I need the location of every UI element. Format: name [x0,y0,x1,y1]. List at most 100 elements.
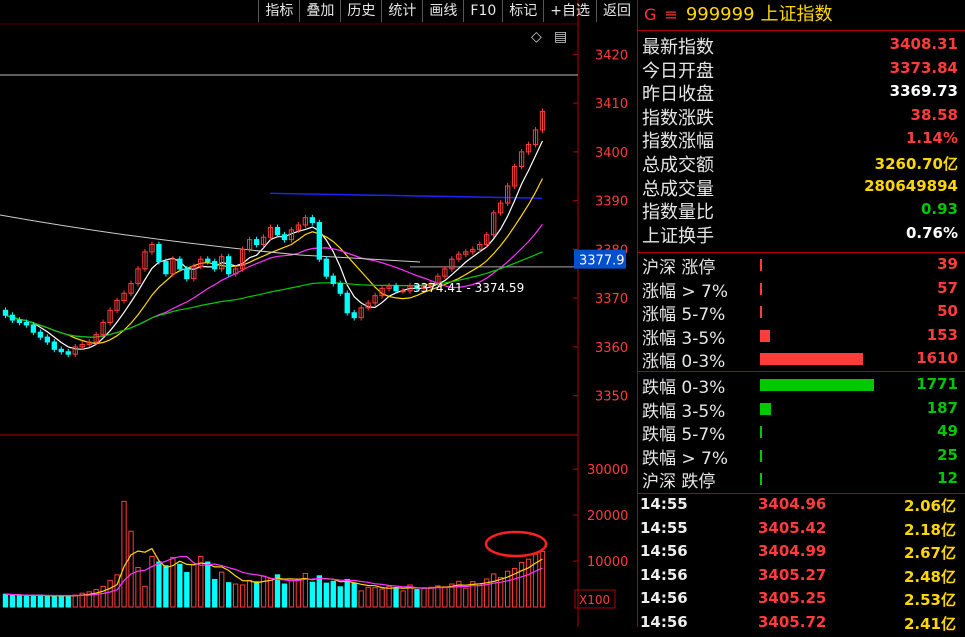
volume-bar [518,561,525,608]
volume-bar [44,595,50,608]
breadth-value: 25 [937,445,958,464]
candle [281,234,288,241]
volume-tick-label: 20000 [587,509,628,524]
price-tick-label: 3420 [595,48,628,63]
stock-title: G ≡ 999999 上证指数 [638,0,965,31]
breadth-row: 跌幅 5-7% 49 [642,420,962,445]
candle [163,261,169,275]
breadth-label: 跌幅 0-3% [642,378,726,398]
stat-label: 今日开盘 [642,60,714,82]
stat-value: 3369.73 [889,82,958,101]
volume-bar [9,594,16,608]
tick-price: 3404.99 [758,542,827,561]
divider [638,371,965,372]
candle [316,222,322,260]
volume-bar [30,595,37,608]
volume-bar [239,584,246,608]
volume-bar [344,578,350,608]
candle [344,292,350,314]
breadth-row: 涨幅 0-3% 1610 [642,347,962,372]
kline-chart[interactable]: 342034103400339033803370336033503377.933… [0,0,637,627]
volume-bar [65,595,71,608]
volume-tick-label: 10000 [587,555,628,570]
breadth-label: 涨幅 5-7% [642,305,726,326]
candle [58,348,64,353]
tick-row: 14:55 3405.42 2.18亿 [640,519,962,543]
volume-bar [16,595,23,608]
stock-code: 999999 [685,4,755,25]
price-tick-label: 3390 [595,195,628,210]
candle [51,341,57,350]
volume-bar [107,579,113,608]
breadth-bar [760,329,770,342]
price-tick-label: 3360 [595,341,628,356]
volume-unit-label: X100 [579,593,610,607]
menu-icon[interactable]: ≡ [664,5,677,24]
candle [323,258,329,277]
menu-icon[interactable]: ▤ [554,29,567,45]
stat-row: 指数涨跌 38.58 [642,104,962,129]
price-tick-label: 3370 [595,292,628,307]
volume-bars [2,500,548,608]
ma-10-line [5,178,544,345]
candle [184,268,190,280]
breadth-bar [760,402,772,415]
volume-bar [316,575,322,608]
toolbar-button-8[interactable]: 返回 [596,0,637,22]
volume-bar [379,588,385,608]
volume-bar [267,578,274,608]
breadth-bar [760,449,762,462]
breadth-bar [760,282,762,295]
blue-trend-line [269,192,543,199]
stat-row: 昨日收盘 3369.73 [642,80,962,105]
tick-row: 14:55 3404.96 2.06亿 [640,495,962,519]
volume-bar [337,586,343,608]
toolbar-button-4[interactable]: 画线 [422,0,463,22]
volume-bar [58,595,64,608]
toolbar: 指标 叠加 历史 统计 画线 F10 标记 +自选 返回 [0,0,637,23]
stat-row: 上证换手 0.76% [642,222,962,247]
volume-bar [198,555,204,608]
candle [274,226,281,236]
stat-row: 今日开盘 3373.84 [642,57,962,82]
toolbar-button-2[interactable]: 历史 [340,0,381,22]
candle [37,331,44,338]
volume-bar [309,581,316,608]
tick-volume: 2.48亿 [903,567,956,586]
stat-label: 上证换手 [642,225,714,247]
group-marker[interactable]: G [644,5,656,24]
volume-bar [358,590,364,608]
toolbar-button-0[interactable]: 指标 [258,0,299,22]
candle [393,285,399,292]
toolbar-button-6[interactable]: 标记 [502,0,543,22]
diamond-icon[interactable]: ◇ [531,29,542,45]
tick-time: 14:56 [640,565,688,584]
tick-time: 14:55 [640,495,688,513]
candle [156,244,162,263]
volume-bar [219,571,225,608]
volume-tick-label: 30000 [587,463,628,478]
toolbar-button-1[interactable]: 叠加 [299,0,340,22]
toolbar-button-5[interactable]: F10 [463,0,502,22]
volume-bar [246,579,253,608]
volume-bar [281,583,288,608]
candle [177,258,183,270]
tick-time: 14:56 [640,589,688,608]
breadth-label: 跌幅 3-5% [642,401,726,422]
toolbar-button-3[interactable]: 统计 [381,0,422,22]
candle [212,261,218,270]
volume-bar [135,566,141,608]
stat-value: 280649894 [864,176,958,195]
price-tick-label: 3350 [595,390,628,405]
volume-bar [253,581,260,608]
stat-value: 0.76% [905,223,958,242]
stat-label: 指数量比 [642,202,714,224]
stat-value: 1.14% [905,129,958,148]
stat-value: 3373.84 [889,58,958,77]
volume-ma-10 [5,555,543,597]
tick-volume: 2.18亿 [903,520,956,539]
breadth-value: 39 [937,255,958,273]
volume-bar [400,590,406,608]
toolbar-button-7[interactable]: +自选 [543,0,596,22]
breadth-row: 沪深 涨停 39 [642,253,962,278]
